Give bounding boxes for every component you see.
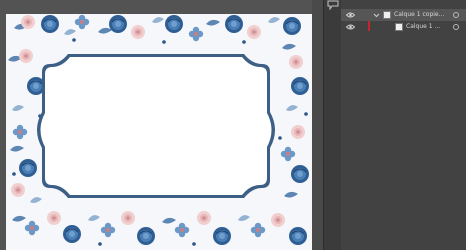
floral-frame-artwork (6, 14, 312, 250)
app-window: Calque 1 copie... Calque 1 ... (0, 0, 466, 250)
layer-row-calque-1-copie[interactable]: Calque 1 copie... (341, 9, 466, 21)
artboard[interactable] (6, 14, 312, 250)
eye-icon[interactable] (346, 12, 355, 18)
chevron-down-icon[interactable] (373, 11, 380, 19)
document-workspace (0, 0, 323, 250)
layer-row-calque-1[interactable]: Calque 1 ... (341, 21, 466, 33)
layer-thumbnail (395, 23, 403, 31)
panel-dock-divider (323, 0, 342, 250)
layers-panel: Calque 1 copie... Calque 1 ... (341, 0, 466, 250)
target-icon[interactable] (453, 24, 459, 30)
workspace-edge (312, 0, 323, 250)
eye-icon[interactable] (346, 24, 355, 30)
layer-name[interactable]: Calque 1 ... (406, 21, 452, 33)
layer-thumbnail (383, 11, 391, 19)
layer-name[interactable]: Calque 1 copie... (394, 9, 452, 21)
comment-icon[interactable] (327, 0, 339, 10)
target-icon[interactable] (453, 12, 459, 18)
